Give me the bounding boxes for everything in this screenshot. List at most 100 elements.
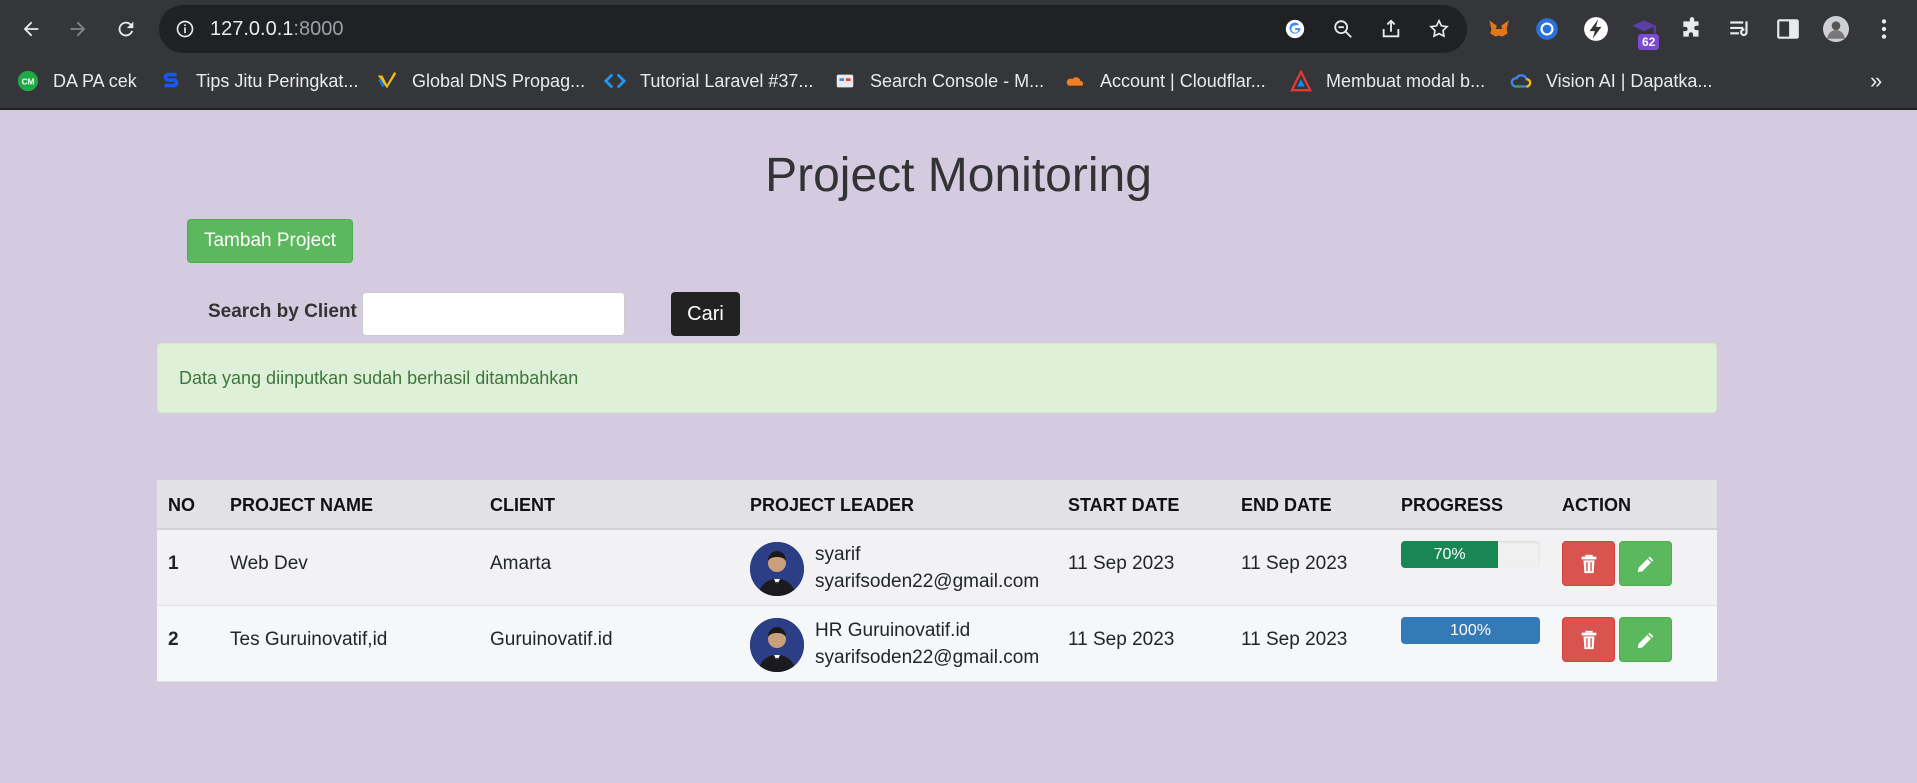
site-info-icon[interactable] (175, 19, 195, 39)
row-number: 1 (168, 553, 179, 574)
trash-icon (1581, 630, 1596, 649)
bookmark-label: Tutorial Laravel #37... (640, 70, 814, 91)
back-button[interactable] (16, 14, 46, 44)
header-project-name: PROJECT NAME (230, 495, 374, 515)
progress-fill: 70% (1401, 541, 1499, 568)
pencil-icon (1637, 632, 1653, 648)
browser-menu-icon[interactable] (1870, 15, 1898, 43)
share-icon[interactable] (1379, 17, 1403, 41)
client-name: Guruinovatif.id (490, 629, 613, 650)
metamask-extension-icon[interactable] (1485, 15, 1513, 43)
leader-email: syarifsoden22@gmail.com (815, 647, 1040, 668)
client-name: Amarta (490, 553, 552, 574)
end-date: 11 Sep 2023 (1241, 553, 1348, 574)
bookmark-cloudflare[interactable]: Account | Cloudflar... (1064, 64, 1266, 98)
delete-button[interactable] (1562, 541, 1615, 586)
bookmark-tips-jitu[interactable]: Tips Jitu Peringkat... (160, 64, 358, 98)
project-name: Web Dev (230, 553, 308, 574)
reload-icon (118, 21, 134, 37)
dns-check-icon (376, 70, 398, 92)
progress-bar: 100% (1401, 617, 1540, 644)
header-progress: PROGRESS (1401, 495, 1504, 515)
bookmark-membuat-modal[interactable]: Membuat modal b... (1290, 64, 1485, 98)
bookmark-label: Vision AI | Dapatka... (1546, 70, 1713, 91)
header-no: NO (168, 495, 195, 515)
search-client-input[interactable] (362, 292, 625, 336)
search-button[interactable]: Cari (671, 292, 740, 336)
header-client: CLIENT (490, 495, 555, 515)
edit-button[interactable] (1619, 617, 1672, 662)
bookmark-search-console[interactable]: Search Console - M... (834, 64, 1044, 98)
bookmark-da-pa-cek[interactable]: CM DA PA cek (17, 64, 137, 98)
url-text: 127.0.0.1:8000 (210, 18, 343, 41)
cloudflare-icon (1064, 70, 1086, 92)
add-project-button[interactable]: Tambah Project (187, 219, 353, 263)
bookmark-label: Membuat modal b... (1326, 70, 1486, 91)
forward-button[interactable] (63, 14, 93, 44)
delete-button[interactable] (1562, 617, 1615, 662)
search-label: Search by Client (208, 301, 357, 322)
bookmark-global-dns[interactable]: Global DNS Propag... (376, 64, 585, 98)
back-arrow-icon (23, 21, 39, 37)
table-header: NO PROJECT NAME CLIENT PROJECT LEADER ST… (157, 480, 1717, 530)
cm-icon: CM (17, 70, 39, 92)
bookmark-star-icon[interactable] (1427, 17, 1451, 41)
profile-avatar-icon[interactable] (1822, 15, 1850, 43)
bookmarks-bar: CM DA PA cek Tips Jitu Peringkat... Glob… (0, 64, 1917, 98)
trash-icon (1581, 554, 1596, 573)
extensions-puzzle-icon[interactable] (1678, 15, 1706, 43)
leader-avatar (750, 542, 804, 596)
header-action: ACTION (1562, 495, 1631, 515)
header-start-date: START DATE (1068, 495, 1180, 515)
svg-text:CM: CM (22, 78, 35, 87)
success-alert: Data yang diinputkan sudah berhasil dita… (157, 343, 1717, 413)
start-date: 11 Sep 2023 (1068, 553, 1175, 574)
zoom-out-icon[interactable] (1331, 17, 1355, 41)
url-port: :8000 (293, 18, 344, 40)
leader-email: syarifsoden22@gmail.com (815, 571, 1040, 592)
projects-table: NO PROJECT NAME CLIENT PROJECT LEADER ST… (157, 480, 1717, 682)
more-bookmarks-button[interactable]: » (1870, 64, 1882, 98)
alert-message: Data yang diinputkan sudah berhasil dita… (179, 368, 579, 388)
bookmark-vision-ai[interactable]: Vision AI | Dapatka... (1510, 64, 1712, 98)
bookmark-label: DA PA cek (53, 70, 137, 91)
table-row: 2 Tes Guruinovatif,id Guruinovatif.id HR… (157, 606, 1717, 682)
google-cloud-icon (1510, 70, 1532, 92)
chrome-divider (0, 108, 1917, 110)
forward-arrow-icon (70, 21, 86, 37)
page-title: Project Monitoring (765, 149, 1152, 202)
reload-button[interactable] (111, 14, 141, 44)
code-icon (604, 70, 626, 92)
end-date: 11 Sep 2023 (1241, 629, 1348, 650)
project-name: Tes Guruinovatif,id (230, 629, 388, 650)
start-date: 11 Sep 2023 (1068, 629, 1175, 650)
lightning-extension-icon[interactable] (1582, 15, 1610, 43)
s-icon (160, 70, 182, 92)
bookmark-label: Global DNS Propag... (412, 70, 586, 91)
bookmark-label: Tips Jitu Peringkat... (196, 70, 359, 91)
bookmark-tutorial-laravel[interactable]: Tutorial Laravel #37... (604, 64, 813, 98)
google-lens-icon[interactable] (1283, 17, 1307, 41)
table-row: 1 Web Dev Amarta syarif syarifsoden22@gm… (157, 530, 1717, 606)
leader-name: syarif (815, 544, 861, 565)
reading-list-icon[interactable] (1726, 15, 1754, 43)
progress-bar: 70% (1401, 541, 1540, 568)
wave-extension-icon[interactable] (1533, 15, 1561, 43)
side-panel-icon[interactable] (1774, 15, 1802, 43)
url-host: 127.0.0.1 (210, 18, 294, 40)
header-end-date: END DATE (1241, 495, 1332, 515)
header-project-leader: PROJECT LEADER (750, 495, 915, 515)
row-number: 2 (168, 629, 179, 650)
leader-name: HR Guruinovatif.id (815, 620, 971, 641)
browser-toolbar: 127.0.0.1:8000 62 (0, 0, 1917, 58)
browser-chrome: 127.0.0.1:8000 62 CM DA PA cek Tips Jitu… (0, 0, 1917, 110)
triangle-logo-icon (1290, 70, 1312, 92)
address-bar[interactable]: 127.0.0.1:8000 (159, 5, 1467, 53)
leader-avatar (750, 618, 804, 672)
search-console-icon (834, 70, 856, 92)
extension-badge: 62 (1638, 34, 1660, 50)
bookmark-label: Search Console - M... (870, 70, 1045, 91)
progress-fill: 100% (1401, 617, 1540, 644)
edit-button[interactable] (1619, 541, 1672, 586)
bookmark-label: Account | Cloudflar... (1100, 70, 1266, 91)
